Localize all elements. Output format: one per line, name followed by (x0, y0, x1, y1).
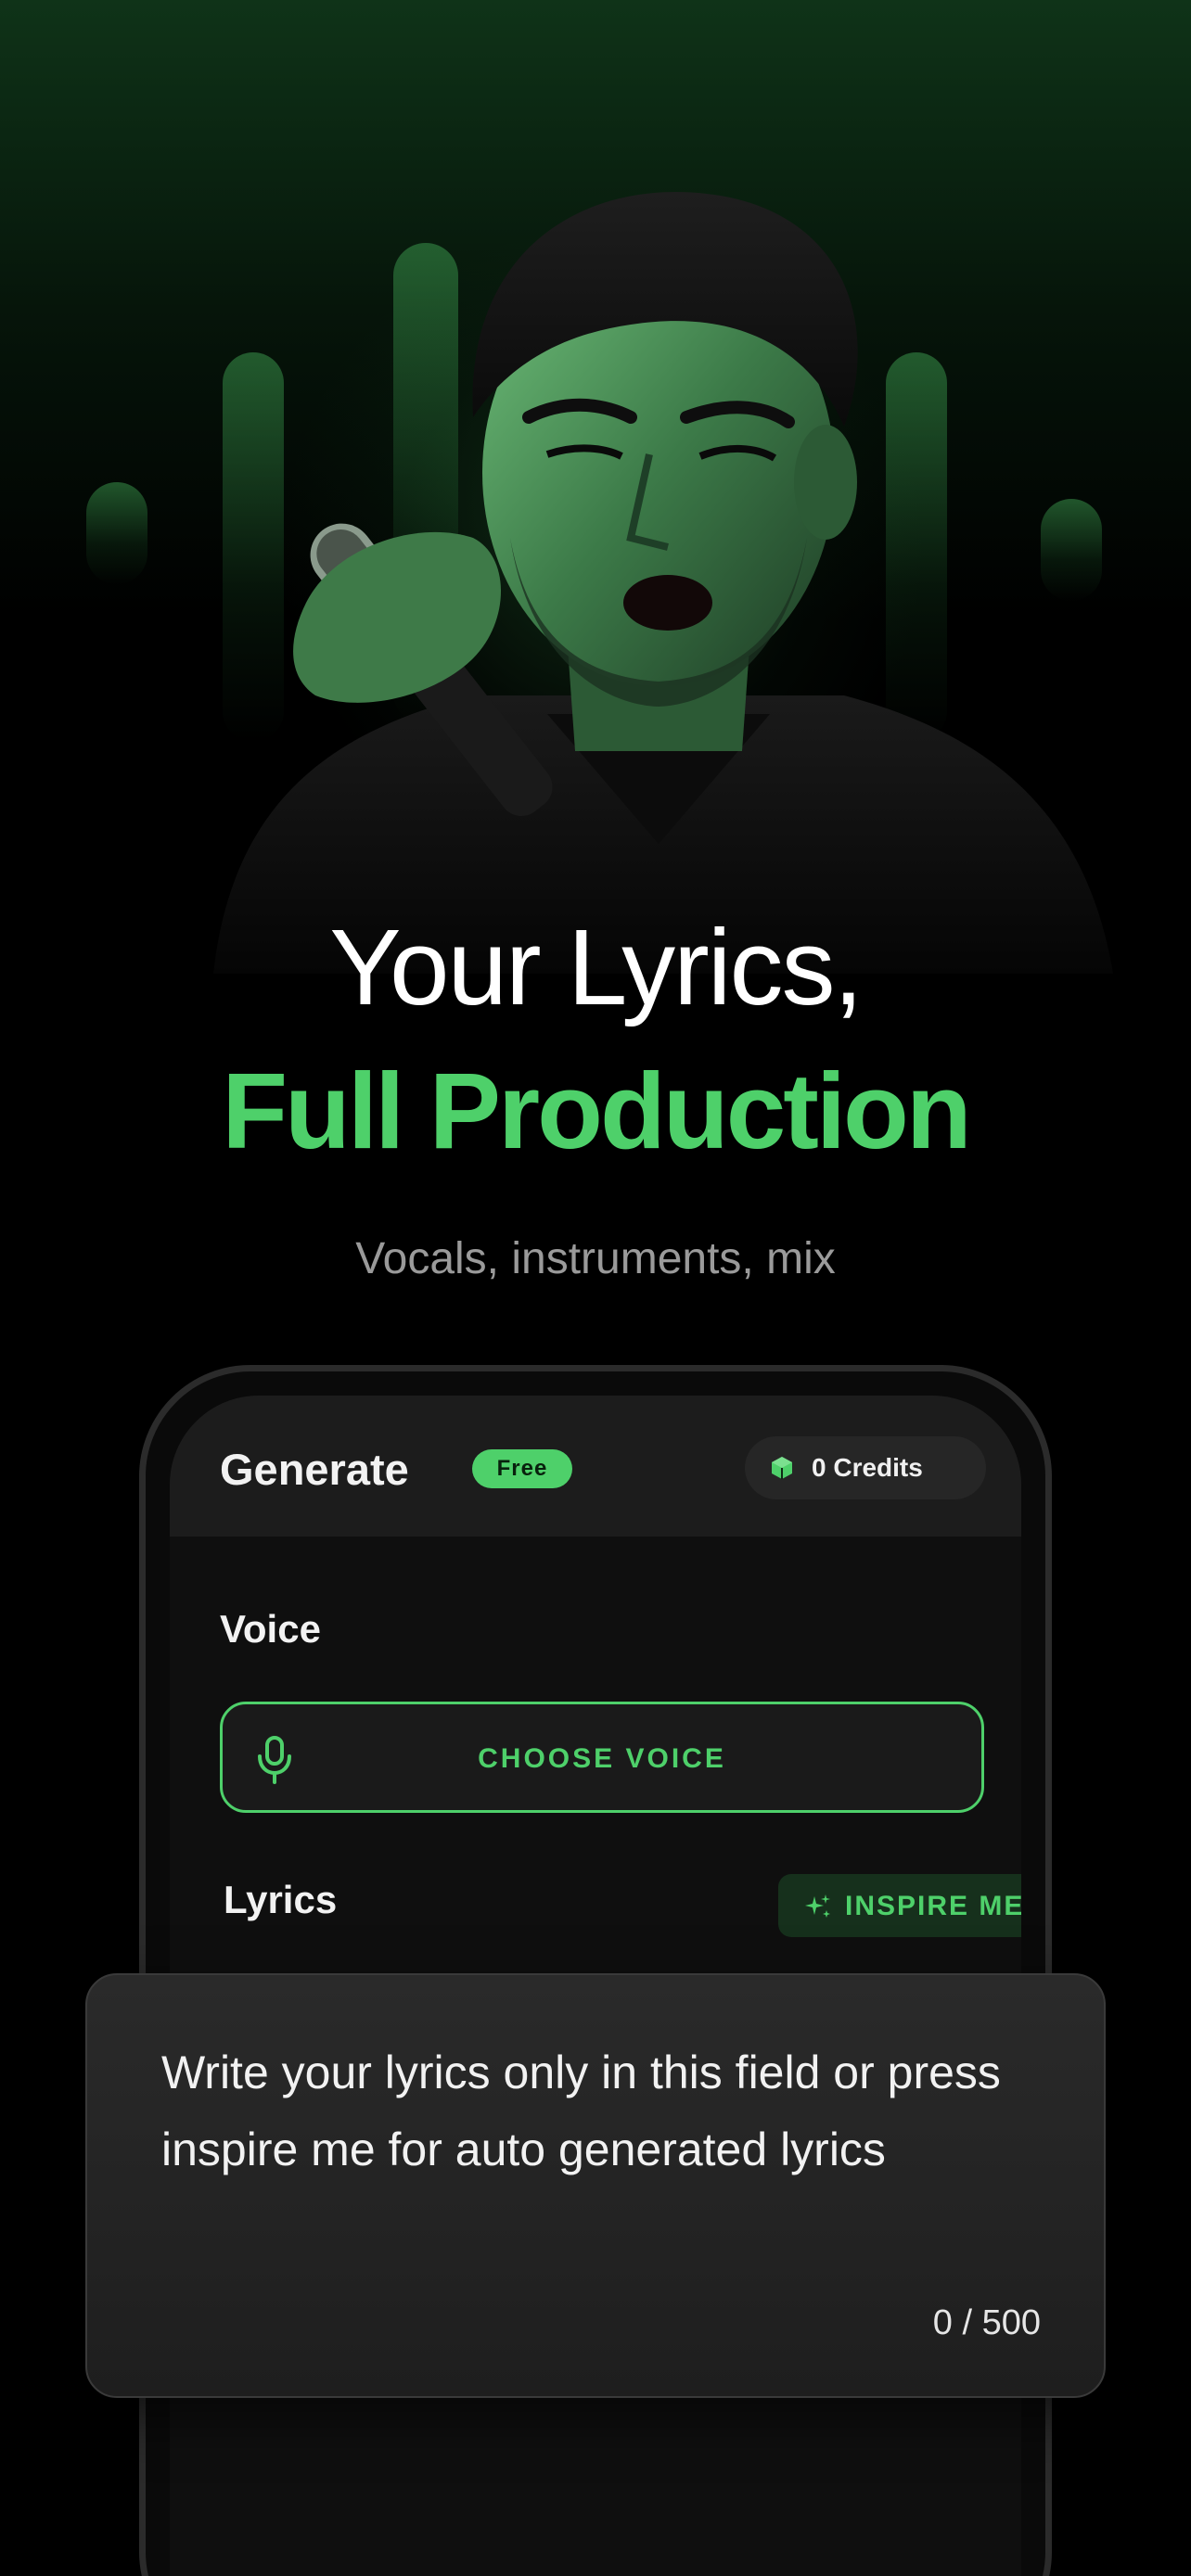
choose-voice-button[interactable]: CHOOSE VOICE (220, 1702, 984, 1813)
choose-voice-label: CHOOSE VOICE (478, 1743, 726, 1774)
page-title: Generate (220, 1445, 409, 1494)
plan-badge: Free (472, 1449, 572, 1488)
voice-section-label: Voice (220, 1607, 321, 1651)
equalizer-bar (86, 482, 147, 584)
subheadline: Vocals, instruments, mix (355, 1234, 836, 1283)
credits-button[interactable]: 0 Credits (745, 1436, 986, 1499)
app-header: Generate Free 0 Credits (170, 1396, 1021, 1537)
inspire-me-label: INSPIRE ME (845, 1891, 1021, 1921)
character-counter: 0 / 500 (932, 2303, 1041, 2342)
credits-label: 0 Credits (812, 1453, 923, 1482)
lyrics-input[interactable]: Write your lyrics only in this field or … (85, 1973, 1106, 2398)
singer-photo (213, 192, 1113, 974)
inspire-me-button[interactable]: INSPIRE ME (778, 1874, 1021, 1937)
headline-accent: Full Production (222, 1051, 972, 1171)
headline-primary: Your Lyrics, (329, 907, 863, 1027)
sparkle-icon (805, 1894, 830, 1918)
lyrics-placeholder: Write your lyrics only in this field or … (161, 2047, 1001, 2175)
lyrics-section-label: Lyrics (224, 1878, 338, 1921)
cube-icon (772, 1457, 792, 1479)
hero-section: Your Lyrics, Full Production Vocals, ins… (0, 0, 1191, 1283)
promo-screen: Your Lyrics, Full Production Vocals, ins… (0, 0, 1191, 2576)
